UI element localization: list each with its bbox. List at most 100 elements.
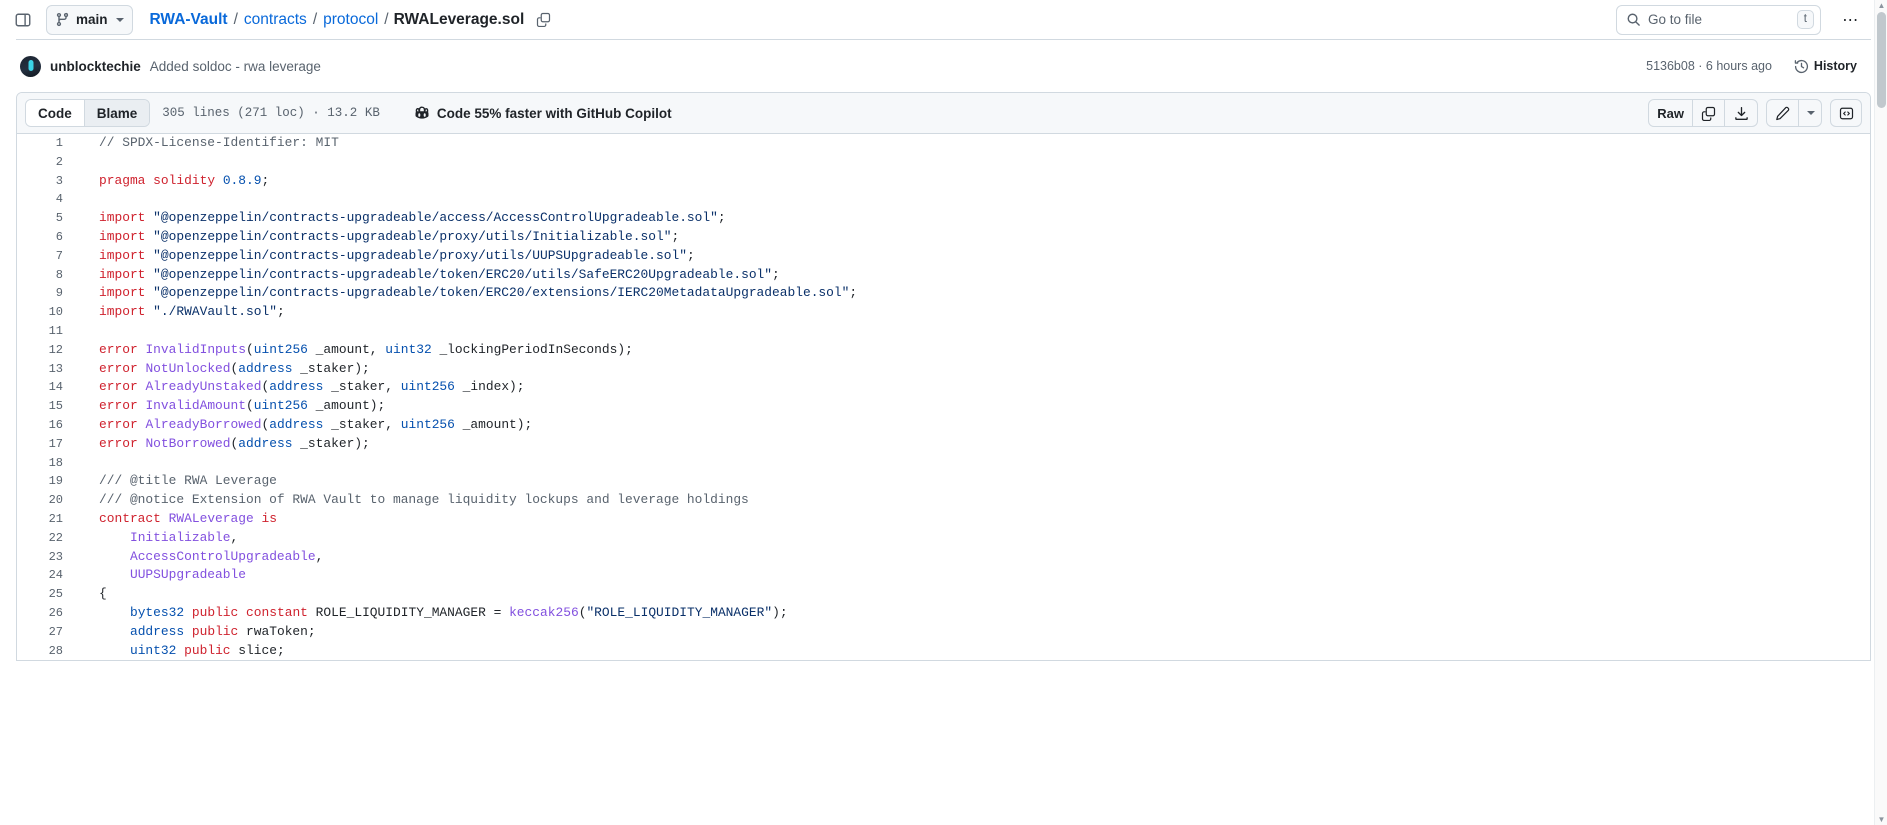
copilot-icon bbox=[414, 105, 430, 121]
line-number[interactable]: 7 bbox=[17, 247, 79, 266]
code-line[interactable]: 1 // SPDX-License-Identifier: MIT bbox=[17, 134, 1870, 153]
code-line[interactable]: 4 bbox=[17, 190, 1870, 209]
pencil-icon[interactable] bbox=[1767, 100, 1799, 126]
line-number[interactable]: 17 bbox=[17, 435, 79, 454]
copilot-upsell-banner[interactable]: Code 55% faster with GitHub Copilot bbox=[408, 102, 678, 124]
code-content[interactable]: 1 // SPDX-License-Identifier: MIT 2 3 pragma… bbox=[17, 134, 1870, 661]
line-number[interactable]: 9 bbox=[17, 284, 79, 303]
code-line[interactable]: 9 import "@openzeppelin/contracts-upgrade… bbox=[17, 284, 1870, 303]
code-line[interactable]: 12 error InvalidInputs(uint256 _amount, u… bbox=[17, 341, 1870, 360]
line-number[interactable]: 14 bbox=[17, 378, 79, 397]
breadcrumb-dir-protocol[interactable]: protocol bbox=[322, 10, 379, 30]
search-placeholder: Go to file bbox=[1648, 12, 1703, 27]
line-content bbox=[79, 153, 1870, 172]
line-number[interactable]: 4 bbox=[17, 190, 79, 209]
line-content: address public rwaToken; bbox=[129, 623, 316, 639]
code-line[interactable]: 27 address public rwaToken; bbox=[17, 623, 1870, 642]
line-number[interactable]: 5 bbox=[17, 209, 79, 228]
scrollbar-thumb[interactable] bbox=[1877, 12, 1886, 108]
code-line[interactable]: 20 /// @notice Extension of RWA Vault to … bbox=[17, 491, 1870, 510]
code-line[interactable]: 21 contract RWALeverage is bbox=[17, 510, 1870, 529]
history-button[interactable]: History bbox=[1788, 55, 1863, 78]
tab-code[interactable]: Code bbox=[26, 100, 85, 126]
line-content: AccessControlUpgradeable, bbox=[129, 548, 324, 564]
tab-blame[interactable]: Blame bbox=[84, 100, 150, 126]
line-number[interactable]: 18 bbox=[17, 454, 79, 473]
code-line[interactable]: 11 bbox=[17, 322, 1870, 341]
code-line[interactable]: 10 import "./RWAVault.sol"; bbox=[17, 303, 1870, 322]
code-line[interactable]: 2 bbox=[17, 153, 1870, 172]
branch-name-label: main bbox=[76, 12, 108, 27]
line-number[interactable]: 1 bbox=[17, 134, 79, 153]
line-content bbox=[79, 322, 1870, 341]
code-line[interactable]: 25 { bbox=[17, 585, 1870, 604]
copy-path-icon[interactable] bbox=[533, 9, 554, 30]
search-input[interactable]: Go to file t bbox=[1616, 4, 1821, 35]
code-line[interactable]: 19 /// @title RWA Leverage bbox=[17, 472, 1870, 491]
more-options-button[interactable]: ⋯ bbox=[1835, 5, 1867, 35]
breadcrumb-dir-contracts[interactable]: contracts bbox=[243, 10, 308, 30]
scroll-up-arrow[interactable]: ▲ bbox=[1877, 1, 1886, 10]
download-icon[interactable] bbox=[1725, 100, 1757, 126]
commit-author-link[interactable]: unblocktechie bbox=[50, 59, 141, 74]
commit-sha-and-time[interactable]: 5136b08 · 6 hours ago bbox=[1646, 59, 1772, 73]
search-icon bbox=[1626, 12, 1641, 27]
code-line[interactable]: 15 error InvalidAmount(uint256 _amount); bbox=[17, 397, 1870, 416]
line-content: UUPSUpgradeable bbox=[129, 567, 246, 583]
line-number[interactable]: 16 bbox=[17, 416, 79, 435]
side-panel-icon[interactable] bbox=[8, 6, 38, 34]
branch-selector-button[interactable]: main bbox=[46, 4, 133, 35]
line-number[interactable]: 26 bbox=[17, 604, 79, 623]
line-number[interactable]: 11 bbox=[17, 322, 79, 341]
line-number[interactable]: 15 bbox=[17, 397, 79, 416]
line-number[interactable]: 20 bbox=[17, 491, 79, 510]
code-line[interactable]: 17 error NotBorrowed(address _staker); bbox=[17, 435, 1870, 454]
copilot-banner-label: Code 55% faster with GitHub Copilot bbox=[436, 105, 672, 121]
line-number[interactable]: 21 bbox=[17, 510, 79, 529]
file-size-info: 305 lines (271 loc) · 13.2 KB bbox=[162, 106, 380, 120]
code-line[interactable]: 28 uint32 public slice; bbox=[17, 642, 1870, 661]
code-line[interactable]: 14 error AlreadyUnstaked(address _staker,… bbox=[17, 378, 1870, 397]
line-content: /// @title RWA Leverage bbox=[99, 473, 277, 489]
line-number[interactable]: 13 bbox=[17, 360, 79, 379]
line-number[interactable]: 28 bbox=[17, 642, 79, 661]
code-braces-icon[interactable] bbox=[1830, 99, 1862, 127]
code-line[interactable]: 24 UUPSUpgradeable bbox=[17, 566, 1870, 585]
line-number[interactable]: 24 bbox=[17, 566, 79, 585]
line-number[interactable]: 6 bbox=[17, 228, 79, 247]
line-number[interactable]: 23 bbox=[17, 548, 79, 567]
code-line[interactable]: 8 import "@openzeppelin/contracts-upgrade… bbox=[17, 266, 1870, 285]
code-line[interactable]: 6 import "@openzeppelin/contracts-upgrade… bbox=[17, 228, 1870, 247]
line-number[interactable]: 8 bbox=[17, 266, 79, 285]
line-content: bytes32 public constant ROLE_LIQUIDITY_M… bbox=[129, 604, 788, 620]
code-line[interactable]: 18 bbox=[17, 454, 1870, 473]
line-number[interactable]: 2 bbox=[17, 153, 79, 172]
line-number[interactable]: 19 bbox=[17, 472, 79, 491]
code-line[interactable]: 5 import "@openzeppelin/contracts-upgrade… bbox=[17, 209, 1870, 228]
code-line[interactable]: 22 Initializable, bbox=[17, 529, 1870, 548]
avatar[interactable] bbox=[20, 55, 41, 77]
copy-icon[interactable] bbox=[1693, 100, 1725, 126]
line-content: import "./RWAVault.sol"; bbox=[99, 304, 285, 320]
line-number[interactable]: 3 bbox=[17, 172, 79, 191]
line-number[interactable]: 10 bbox=[17, 303, 79, 322]
vertical-scrollbar[interactable]: ▲ ▼ bbox=[1874, 0, 1887, 825]
line-number[interactable]: 25 bbox=[17, 585, 79, 604]
line-number[interactable]: 12 bbox=[17, 341, 79, 360]
code-line[interactable]: 26 bytes32 public constant ROLE_LIQUIDIT… bbox=[17, 604, 1870, 623]
chevron-down-icon[interactable] bbox=[1799, 100, 1821, 126]
code-line[interactable]: 7 import "@openzeppelin/contracts-upgrade… bbox=[17, 247, 1870, 266]
line-number[interactable]: 27 bbox=[17, 623, 79, 642]
raw-button[interactable]: Raw bbox=[1649, 100, 1693, 126]
breadcrumb-repo-link[interactable]: RWA-Vault bbox=[149, 10, 229, 30]
code-line[interactable]: 23 AccessControlUpgradeable, bbox=[17, 548, 1870, 567]
code-line[interactable]: 13 error NotUnlocked(address _staker); bbox=[17, 360, 1870, 379]
commit-message-link[interactable]: Added soldoc - rwa leverage bbox=[150, 59, 321, 74]
line-content: import "@openzeppelin/contracts-upgradea… bbox=[99, 285, 858, 301]
code-line[interactable]: 3 pragma solidity 0.8.9; bbox=[17, 172, 1870, 191]
code-line[interactable]: 16 error AlreadyBorrowed(address _staker,… bbox=[17, 416, 1870, 435]
line-number[interactable]: 22 bbox=[17, 529, 79, 548]
code-blame-toggle: Code Blame bbox=[25, 99, 151, 127]
history-label: History bbox=[1813, 59, 1857, 73]
scroll-down-arrow[interactable]: ▼ bbox=[1877, 815, 1886, 824]
